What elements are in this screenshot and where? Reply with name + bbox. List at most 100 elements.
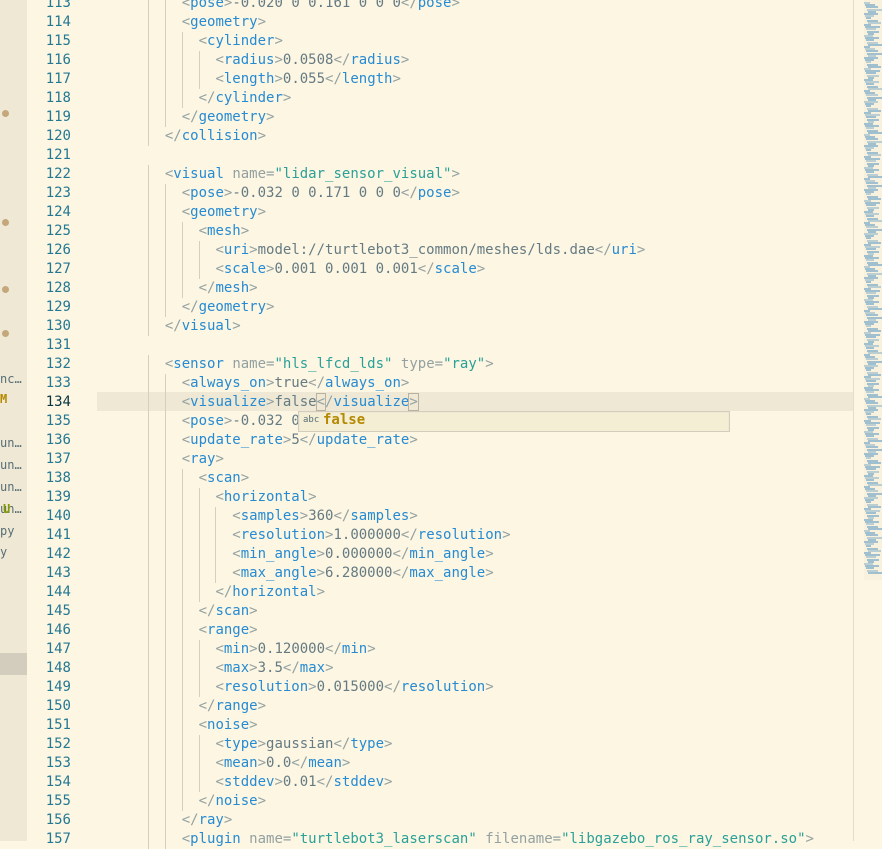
code-line[interactable]: <ray> xyxy=(182,450,224,469)
sidebar-item-label[interactable]: nc… xyxy=(0,370,27,389)
indent-guide xyxy=(148,469,149,488)
indent-guide xyxy=(198,526,200,545)
code-token: geometry xyxy=(198,109,267,125)
code-line[interactable]: <length>0.055</length> xyxy=(215,70,400,89)
suggest-widget[interactable]: abc false xyxy=(298,411,730,432)
line-number: 146 xyxy=(45,622,71,638)
indent-guide xyxy=(181,773,183,792)
code-line[interactable]: </geometry> xyxy=(182,108,275,127)
code-token: "hls_lfcd_lds" xyxy=(274,356,393,372)
code-token: radius xyxy=(350,52,401,68)
code-line[interactable]: <type>gaussian</type> xyxy=(215,735,392,754)
code-line[interactable]: <pose>-0.032 0 0.171 0 0 0</pose> xyxy=(182,184,460,203)
code-token: > xyxy=(249,603,258,619)
code-token: geometry xyxy=(190,204,258,220)
code-line[interactable]: <resolution>1.000000</resolution> xyxy=(232,526,510,545)
code-token: uri xyxy=(223,242,250,258)
code-line[interactable]: <mesh> xyxy=(199,222,250,241)
code-token: > xyxy=(274,774,283,790)
indent-guide xyxy=(198,640,200,659)
code-token: < xyxy=(215,660,224,676)
code-line[interactable]: <plugin name = "turtlebot3_laserscan" file… xyxy=(182,830,814,849)
code-line[interactable]: </cylinder> xyxy=(199,89,292,108)
code-line[interactable]: <max_angle>6.280000</max_angle> xyxy=(232,564,493,583)
sidebar-item-label[interactable]: y xyxy=(0,543,27,562)
code-line[interactable]: <scale>0.001 0.001 0.001</scale> xyxy=(215,260,485,279)
code-line[interactable]: </geometry> xyxy=(182,298,275,317)
code-line[interactable]: </noise> xyxy=(199,792,266,811)
line-number: 136 xyxy=(45,432,71,448)
line-number: 151 xyxy=(45,717,71,733)
code-line[interactable]: <always_on>true</always_on> xyxy=(182,374,410,393)
code-token: < xyxy=(215,755,224,771)
indent-guide xyxy=(148,583,149,602)
code-line[interactable]: <cylinder> xyxy=(199,32,283,51)
line-number: 145 xyxy=(45,603,71,619)
code-line[interactable]: </range> xyxy=(199,697,266,716)
code-line[interactable]: <range> xyxy=(199,621,258,640)
code-token: > xyxy=(257,128,267,144)
code-line[interactable]: </collision> xyxy=(165,127,266,146)
code-line[interactable]: <pose>-0.020 0 0.161 0 0 0</pose> xyxy=(182,0,460,13)
modified-dot-icon xyxy=(2,219,9,226)
code-line[interactable]: <sensor name="hls_lfcd_lds" type="ray"> xyxy=(165,355,494,374)
code-line[interactable]: <update_rate>5</update_rate> xyxy=(182,431,418,450)
indent-guide xyxy=(164,640,166,659)
code-token: < xyxy=(215,679,224,695)
code-line[interactable]: <noise> xyxy=(199,716,258,735)
code-token: cylinder xyxy=(207,33,275,49)
indent-guide xyxy=(164,716,166,735)
line-number: 118 xyxy=(45,90,71,106)
code-line[interactable]: <stddev>0.01</stddev> xyxy=(215,773,392,792)
sidebar-item-label[interactable]: M xyxy=(0,390,27,409)
code-token: collision xyxy=(181,128,258,144)
minimap-slider[interactable] xyxy=(864,0,882,580)
code-line[interactable]: <radius>0.0508</radius> xyxy=(215,51,409,70)
indent-guide xyxy=(181,659,183,678)
code-line[interactable]: </horizontal> xyxy=(215,583,325,602)
code-token: </ xyxy=(198,603,216,619)
code-line[interactable]: <max>3.5</max> xyxy=(215,659,333,678)
indent-guide xyxy=(148,811,149,830)
code-line[interactable]: <scan> xyxy=(199,469,250,488)
line-number: 116 xyxy=(45,52,71,68)
suggest-item[interactable]: abc false xyxy=(300,412,728,431)
code-line[interactable]: <min>0.120000</min> xyxy=(215,640,375,659)
code-line[interactable]: <horizontal> xyxy=(215,488,316,507)
indent-guide xyxy=(181,678,183,697)
code-line[interactable]: <uri>model://turtlebot3_common/meshes/ld… xyxy=(215,241,645,260)
code-token: < xyxy=(232,565,241,581)
code-line[interactable]: </mesh> xyxy=(199,279,258,298)
code-line[interactable]: <min_angle>0.000000</min_angle> xyxy=(232,545,493,564)
sidebar-item-label[interactable]: un… xyxy=(0,434,27,453)
code-token: geometry xyxy=(190,14,258,30)
code-token: < xyxy=(181,394,191,410)
code-line[interactable]: <geometry> xyxy=(182,13,266,32)
indent-guide xyxy=(164,621,166,640)
code-line[interactable]: </visual> xyxy=(165,317,241,336)
sidebar-item-label[interactable]: py xyxy=(0,522,27,541)
code-line[interactable]: <visual name="lidar_sensor_visual"> xyxy=(165,165,460,184)
code-token: > xyxy=(257,14,267,30)
code-token: horizontal xyxy=(223,489,309,505)
code-token: max xyxy=(299,660,326,676)
code-line[interactable]: </scan> xyxy=(199,602,258,621)
code-token: 0.0 xyxy=(266,755,292,771)
sidebar-item-label[interactable]: un… xyxy=(0,478,27,497)
code-token: 0.01 xyxy=(282,774,317,790)
code-token: samples xyxy=(350,508,410,524)
indent-guide xyxy=(148,222,149,241)
code-line[interactable]: </ray> xyxy=(182,811,233,830)
code-line[interactable]: <resolution>0.015000</resolution> xyxy=(215,678,493,697)
code-line[interactable]: <samples>360</samples> xyxy=(232,507,418,526)
sidebar-selected-item[interactable] xyxy=(0,653,27,675)
code-line[interactable]: <visualize>false</visualize> xyxy=(181,393,419,412)
sidebar-item-label[interactable]: U xyxy=(3,500,27,519)
code-line[interactable]: <mean>0.0</mean> xyxy=(215,754,350,773)
code-line[interactable]: <geometry> xyxy=(182,203,266,222)
indent-guide xyxy=(148,165,149,184)
indent-guide xyxy=(164,697,166,716)
code-token: scan xyxy=(215,603,250,619)
indent-guide xyxy=(198,488,200,507)
sidebar-item-label[interactable]: un… xyxy=(0,456,27,475)
